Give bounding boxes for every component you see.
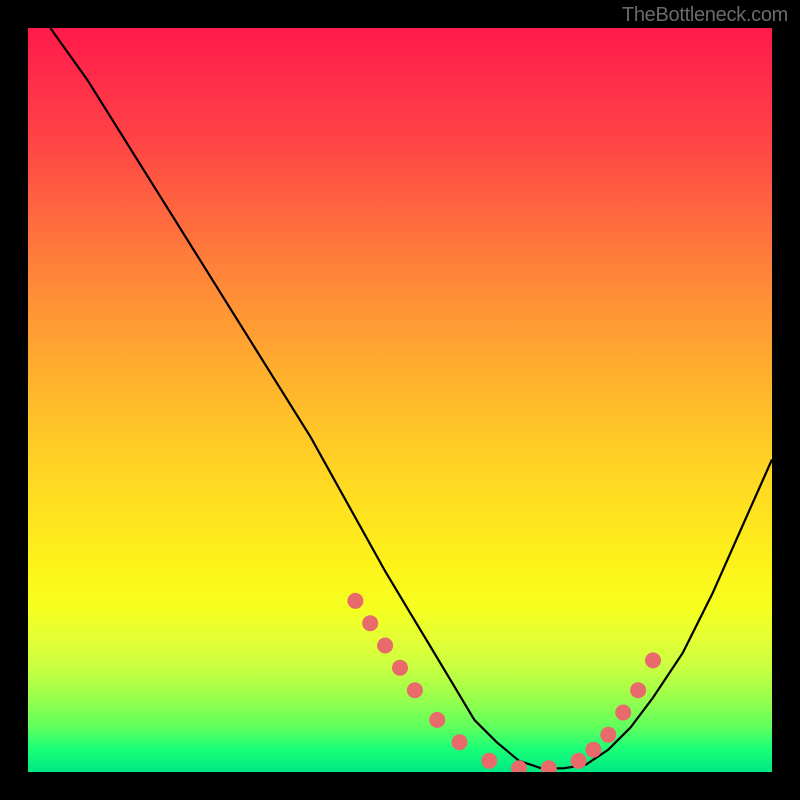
marker-point <box>392 660 408 676</box>
bottleneck-curve <box>50 28 772 768</box>
plot-area <box>28 28 772 772</box>
marker-point <box>452 734 468 750</box>
marker-point <box>481 753 497 769</box>
marker-point <box>407 682 423 698</box>
chart-svg <box>28 28 772 772</box>
marker-point <box>615 705 631 721</box>
marker-point <box>541 760 557 772</box>
marker-point <box>585 742 601 758</box>
marker-point <box>645 652 661 668</box>
marker-point <box>362 615 378 631</box>
marker-point <box>571 753 587 769</box>
marker-point <box>429 712 445 728</box>
marker-point <box>347 593 363 609</box>
marker-point <box>377 638 393 654</box>
marker-point <box>600 727 616 743</box>
attribution-label: TheBottleneck.com <box>622 4 788 27</box>
marker-point <box>630 682 646 698</box>
